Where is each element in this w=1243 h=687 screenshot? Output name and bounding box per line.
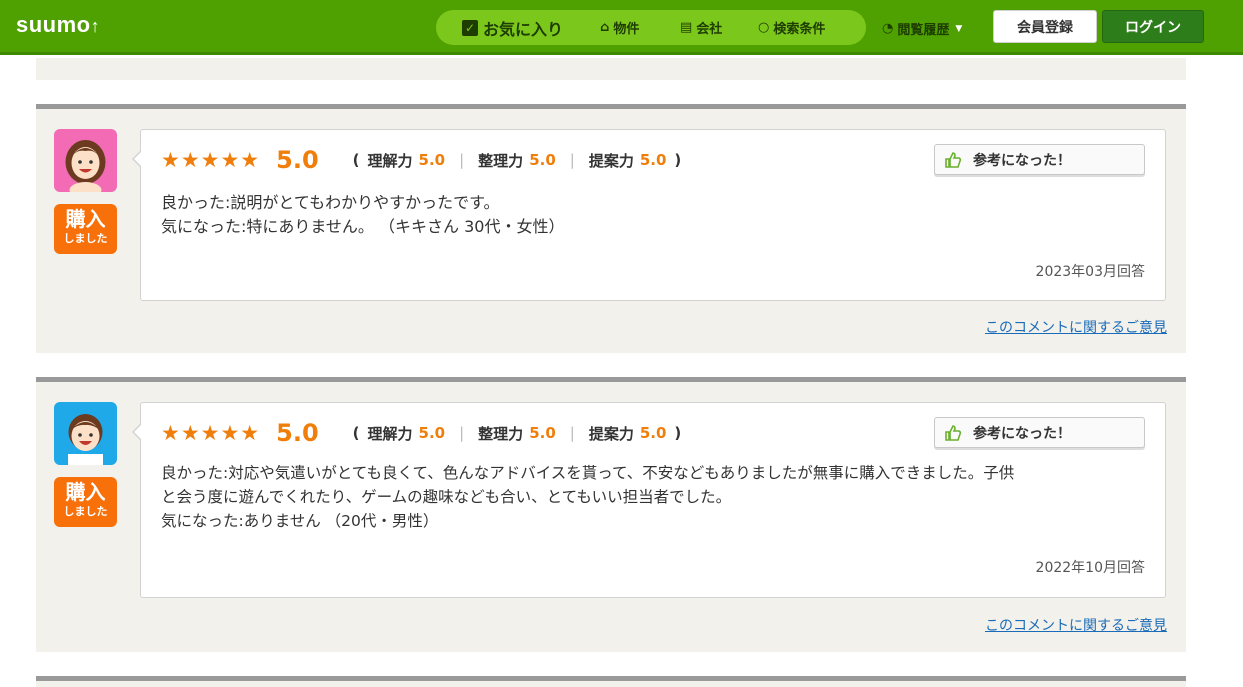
history-dropdown[interactable]: ◔ 閲覧履歴 ▼ — [882, 19, 962, 38]
rating-row: ★★★★★ 5.0 ( 理解力 5.0 | 整理力 5.0 | 提案力 5.0 ) — [161, 419, 689, 447]
caret-down-icon: ▼ — [955, 23, 963, 34]
star-rating: ★★★★★ — [161, 148, 261, 172]
checkbox-icon: ✓ — [462, 19, 478, 36]
suumo-logo[interactable]: suumo↑ — [16, 12, 100, 38]
overall-score: 5.0 — [276, 146, 319, 174]
nav-properties[interactable]: ⌂ 物件 — [600, 18, 639, 37]
nav-favorites[interactable]: ✓ お気に入り — [462, 16, 563, 40]
review-card: ★★★★★ 5.0 ( 理解力 5.0 | 整理力 5.0 | 提案力 5.0 ) 参… — [132, 129, 1166, 301]
nav-companies[interactable]: ▤ 会社 — [680, 18, 722, 37]
thumbs-up-icon — [945, 151, 962, 168]
review-comment: 良かった:説明がとてもわかりやすかったです。 気になった:特にありません。 （キ… — [161, 193, 565, 236]
overall-score: 5.0 — [276, 419, 319, 447]
helpful-button[interactable]: 参考になった！ — [934, 144, 1145, 175]
male-avatar-icon — [54, 402, 117, 465]
female-avatar-icon — [54, 129, 117, 192]
review-item: 購入 しました ★★★★★ 5.0 ( 理解力 5.0 | 整理力 5.0 | 提案… — [36, 377, 1186, 652]
next-review-remnant — [36, 676, 1186, 687]
answer-date: 2022年10月回答 — [1035, 560, 1145, 576]
purchased-badge: 購入 しました — [54, 204, 117, 254]
comment-feedback-link[interactable]: このコメントに関するご意見 — [985, 317, 1167, 337]
review-comment: 良かった:対応や気遣いがとても良くて、色んなアドバイスを貰って、不安などもありま… — [161, 464, 1015, 530]
main-nav: ✓ お気に入り ⌂ 物件 ▤ 会社 ○ 検索条件 — [436, 10, 866, 45]
search-icon: ○ — [758, 20, 770, 35]
star-rating: ★★★★★ — [161, 421, 261, 445]
nav-search-conditions[interactable]: ○ 検索条件 — [758, 18, 825, 37]
login-button[interactable]: ログイン — [1102, 10, 1204, 43]
purchased-badge: 購入 しました — [54, 477, 117, 527]
clock-icon: ◔ — [882, 21, 894, 36]
up-arrow-icon: ↑ — [90, 16, 101, 36]
sub-ratings: ( 理解力 5.0 | 整理力 5.0 | 提案力 5.0 ) — [352, 151, 682, 170]
helpful-button[interactable]: 参考になった！ — [934, 417, 1145, 448]
review-card: ★★★★★ 5.0 ( 理解力 5.0 | 整理力 5.0 | 提案力 5.0 ) 参… — [132, 402, 1166, 598]
review-item: 購入 しました ★★★★★ 5.0 ( 理解力 5.0 | 整理力 5.0 | 提案… — [36, 104, 1186, 353]
register-button[interactable]: 会員登録 — [993, 10, 1097, 43]
site-header: suumo↑ ✓ お気に入り ⌂ 物件 ▤ 会社 ○ 検索条件 ◔ 閲覧履歴 ▼ 会員登録 … — [0, 0, 1243, 55]
comment-feedback-link[interactable]: このコメントに関するご意見 — [985, 615, 1167, 635]
thumbs-up-icon — [945, 424, 962, 441]
rating-row: ★★★★★ 5.0 ( 理解力 5.0 | 整理力 5.0 | 提案力 5.0 ) — [161, 146, 689, 174]
house-icon: ⌂ — [600, 20, 610, 35]
previous-review-remnant — [36, 58, 1186, 80]
briefcase-icon: ▤ — [680, 20, 693, 35]
sub-ratings: ( 理解力 5.0 | 整理力 5.0 | 提案力 5.0 ) — [352, 424, 682, 443]
answer-date: 2023年03月回答 — [1035, 264, 1145, 280]
